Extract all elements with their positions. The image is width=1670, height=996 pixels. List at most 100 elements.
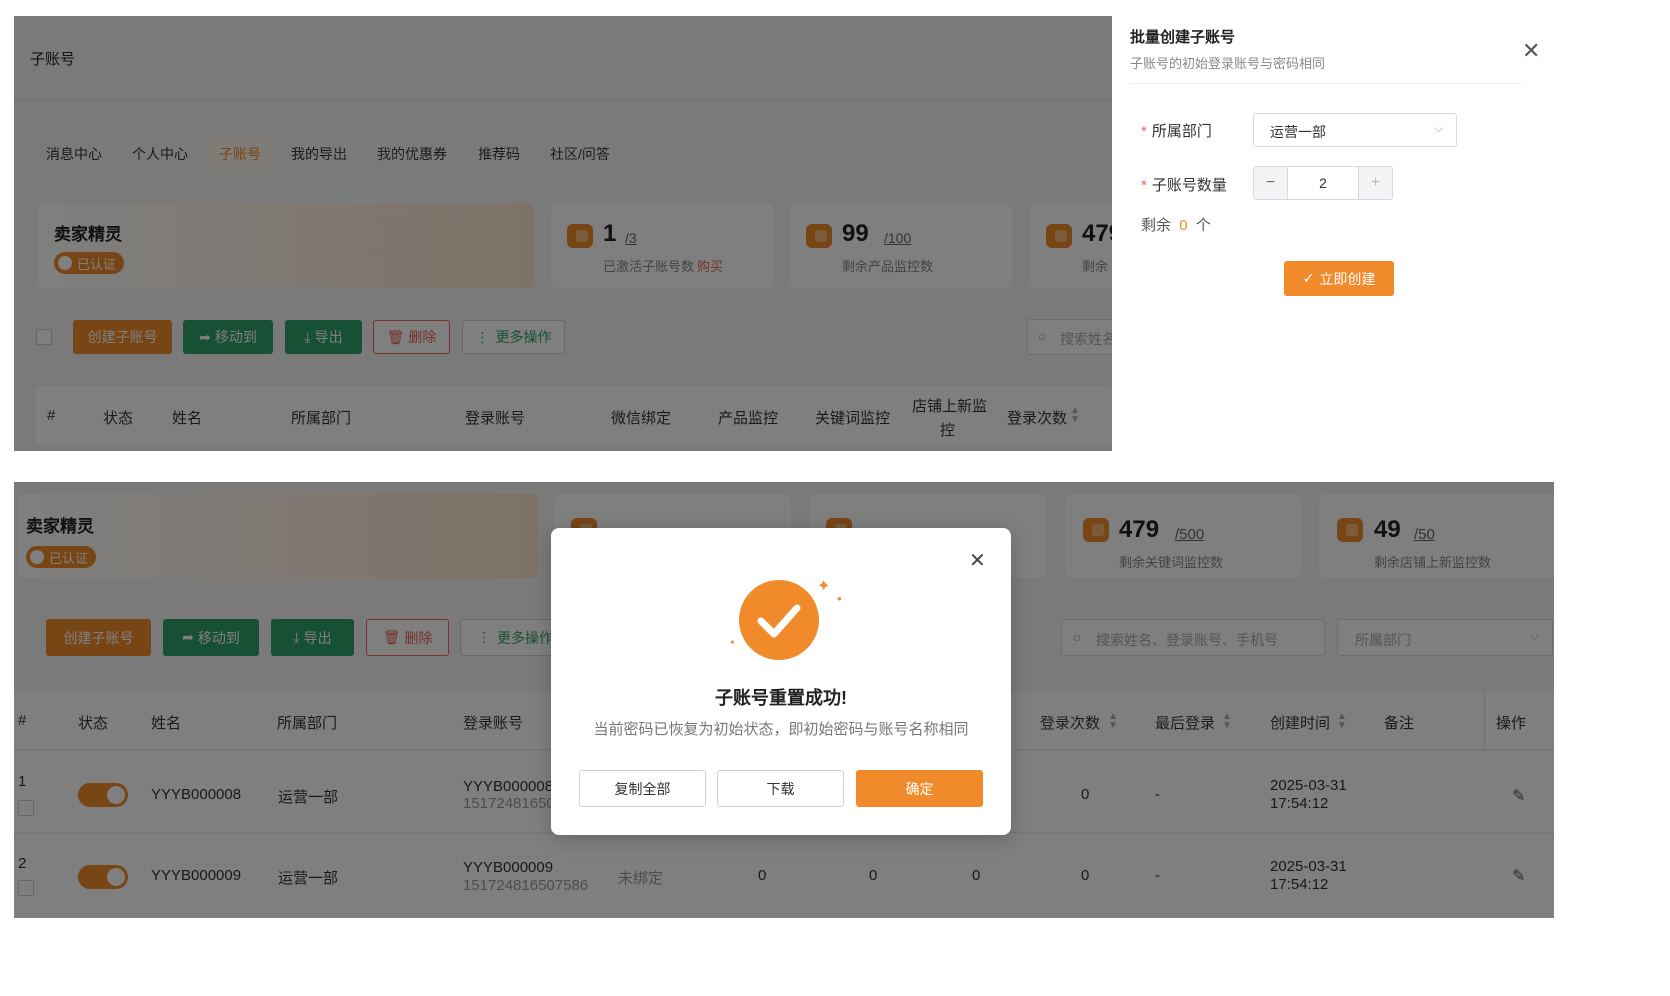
close-icon[interactable]: ✕ <box>969 548 986 573</box>
company-card: 卖家精灵 已认证 <box>18 494 538 578</box>
tab-subaccount-active[interactable]: 子账号 <box>219 144 261 164</box>
row-checkbox[interactable] <box>18 800 34 816</box>
search-input[interactable]: ○ 搜索姓名 <box>1027 319 1112 355</box>
stat-total: /3 <box>625 230 637 246</box>
sort-icon[interactable]: ▲ ▼ <box>1222 712 1232 731</box>
trash-icon: 🗑 <box>382 629 401 645</box>
dept-filter-select[interactable]: 所属部门 ⌵ <box>1337 619 1553 656</box>
confirm-button[interactable]: 确定 <box>856 770 983 807</box>
col-name: 姓名 <box>172 410 203 427</box>
stat-card-subaccounts: 1 /3 已激活子账号数 购买 <box>551 204 773 288</box>
row-store-monitor: 0 <box>972 867 981 884</box>
row-last-login: - <box>1155 867 1160 884</box>
delete-button[interactable]: 🗑 删除 <box>373 320 450 354</box>
search-icon: ○ <box>1073 629 1082 645</box>
drawer-title: 批量创建子账号 <box>1130 29 1236 46</box>
row-checkbox[interactable] <box>18 880 34 896</box>
company-name: 卖家精灵 <box>26 517 94 536</box>
row-index: 2 <box>18 855 27 872</box>
row-keyword-monitor: 0 <box>869 867 878 884</box>
modal-title: 子账号重置成功! <box>715 688 847 708</box>
col-login-account: 登录账号 <box>465 410 526 427</box>
col-keyword-monitor: 关键词监控 <box>815 410 891 427</box>
row-login-account: YYYB000008 <box>463 778 554 795</box>
row-login-count: 0 <box>1081 867 1090 884</box>
more-actions-button[interactable]: ⋮ 更多操作 <box>462 320 565 354</box>
count-label: * 子账号数量 <box>1141 177 1227 194</box>
col-actions: 操作 <box>1496 715 1527 732</box>
row-created-time: 17:54:12 <box>1270 795 1329 812</box>
col-index: # <box>18 712 27 729</box>
col-last-login[interactable]: 最后登录 <box>1155 712 1215 733</box>
select-all-checkbox[interactable] <box>36 329 52 345</box>
create-now-button[interactable]: ✓ 立即创建 <box>1284 261 1394 296</box>
export-button[interactable]: ⤓ 导出 <box>271 619 354 656</box>
edit-icon[interactable]: ✎ <box>1512 786 1525 806</box>
company-card: 卖家精灵 已认证 <box>38 204 533 288</box>
col-department: 所属部门 <box>277 715 338 732</box>
row-created-date: 2025-03-31 <box>1270 858 1347 875</box>
dept-select[interactable]: 运营一部 ⌵ <box>1253 113 1457 147</box>
plus-button[interactable]: + <box>1358 167 1392 199</box>
buy-link[interactable]: 购买 <box>697 256 723 275</box>
stat-value: 1 <box>603 220 617 247</box>
download-button[interactable]: 下载 <box>717 770 844 807</box>
stat-total: /50 <box>1414 526 1435 543</box>
minus-button[interactable]: − <box>1254 167 1288 199</box>
status-toggle[interactable] <box>78 865 128 889</box>
move-to-button[interactable]: ➦ 移动到 <box>183 320 273 354</box>
col-remark: 备注 <box>1384 715 1415 732</box>
move-to-button[interactable]: ➦ 移动到 <box>163 619 259 656</box>
reset-success-modal: ✕ ✦ ● ✦ 子账号重置成功! 当前密码已恢复为初始状态，即初始密码与账号名称… <box>551 528 1011 835</box>
close-icon[interactable]: ✕ <box>1522 38 1540 64</box>
export-button[interactable]: ⤓ 导出 <box>285 320 362 354</box>
more-vertical-icon: ⋮ <box>477 629 491 645</box>
page-title: 子账号 <box>30 51 76 68</box>
col-login-count[interactable]: 登录次数 <box>1040 712 1100 733</box>
status-toggle[interactable] <box>78 783 128 807</box>
col-status: 状态 <box>78 715 109 732</box>
tab-personal-center[interactable]: 个人中心 <box>132 144 188 164</box>
download-icon: ⤓ <box>293 629 300 645</box>
col-store-monitor: 店铺上新监 <box>912 398 988 415</box>
row-created-time: 17:54:12 <box>1270 876 1329 893</box>
col-created-time[interactable]: 创建时间 <box>1270 712 1330 733</box>
dept-select-value: 运营一部 <box>1270 124 1326 140</box>
row-department: 运营一部 <box>278 789 339 806</box>
delete-button[interactable]: 🗑 删除 <box>366 619 449 656</box>
sort-icon[interactable]: ▲ ▼ <box>1070 406 1080 425</box>
tab-my-exports[interactable]: 我的导出 <box>291 144 347 164</box>
stat-value: 49 <box>1374 516 1401 543</box>
edit-icon[interactable]: ✎ <box>1512 866 1525 886</box>
create-subaccount-button[interactable]: 创建子账号 <box>46 619 151 656</box>
sparkle-icon: ✦ <box>817 578 831 595</box>
row-login-account: YYYB000009 <box>463 859 554 876</box>
check-icon: ✓ <box>1302 270 1315 286</box>
download-icon: ⤓ <box>304 328 311 345</box>
stat-total: /100 <box>884 230 912 246</box>
user-icon <box>30 550 44 564</box>
tab-community[interactable]: 社区/问答 <box>550 144 610 164</box>
tab-my-coupons[interactable]: 我的优惠券 <box>377 144 447 164</box>
row-department: 运营一部 <box>278 870 339 887</box>
success-check-icon <box>739 580 819 660</box>
search-input[interactable]: ○ 搜索姓名、登录账号、手机号 <box>1061 619 1325 656</box>
row-login-count: 0 <box>1081 786 1090 803</box>
sort-icon[interactable]: ▲ ▼ <box>1108 712 1118 731</box>
stat-card-keyword-monitor: 479 /500 剩余关键词监控数 <box>1065 494 1301 578</box>
tab-referral-code[interactable]: 推荐码 <box>478 144 520 164</box>
stat-label: 剩余关键词监控数 <box>1119 555 1224 570</box>
row-index: 1 <box>18 773 27 790</box>
count-input[interactable]: 2 <box>1288 167 1358 199</box>
sort-icon[interactable]: ▲ ▼ <box>1337 712 1347 731</box>
col-login-count[interactable]: 登录次数 <box>1007 407 1067 428</box>
trash-icon: 🗑 <box>386 328 405 345</box>
stat-label: 已激活子账号数 <box>603 259 695 274</box>
share-icon: ➦ <box>199 328 211 345</box>
tab-message-center[interactable]: 消息中心 <box>46 144 102 164</box>
copy-all-button[interactable]: 复制全部 <box>579 770 706 807</box>
row-name: YYYB000008 <box>151 786 242 803</box>
dept-label: * 所属部门 <box>1141 123 1212 140</box>
coin-icon <box>806 224 832 248</box>
create-subaccount-button[interactable]: 创建子账号 <box>73 320 172 354</box>
